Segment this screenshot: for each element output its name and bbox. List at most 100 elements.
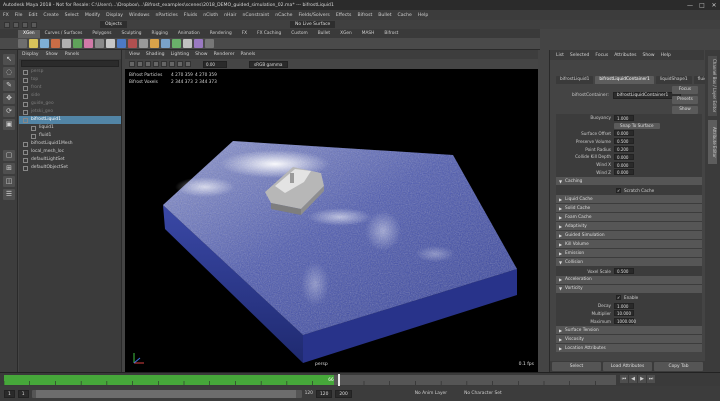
shelf-tab-custom[interactable]: Custom	[286, 30, 312, 38]
ae-menu-focus[interactable]: Focus	[595, 53, 608, 58]
attr-field-preserve-volume[interactable]: 0.500	[614, 138, 634, 145]
ae-tab[interactable]: bifrostLiquid1	[556, 76, 594, 84]
textured-icon[interactable]	[153, 61, 159, 67]
shelf-tab-xgen[interactable]: XGen	[18, 30, 40, 38]
shelf-tab-bifrost[interactable]: Bifrost	[379, 30, 403, 38]
shelf-tool-icon[interactable]	[84, 39, 93, 48]
current-time-marker[interactable]	[338, 374, 341, 386]
lasso-tool-icon[interactable]: ◌	[3, 67, 15, 78]
presets-button[interactable]: Presets	[672, 96, 698, 104]
shelf-tool-icon[interactable]	[95, 39, 104, 48]
checkbox-enable[interactable]: ✓	[616, 295, 621, 301]
menu-cache[interactable]: Cache	[398, 13, 412, 18]
anim-layer-dropdown[interactable]: No Anim Layer	[415, 391, 447, 396]
shelf-tab-animation[interactable]: Animation	[173, 30, 205, 38]
viewport-menu-lighting[interactable]: Lighting	[171, 52, 190, 57]
section-emission[interactable]: ▶ Emission	[556, 249, 702, 258]
viewport-menu-show[interactable]: Show	[195, 52, 207, 57]
section-liquid-cache[interactable]: ▶ Liquid Cache	[556, 195, 702, 204]
go-to-end-icon[interactable]: ⏭	[647, 375, 655, 383]
section-caching[interactable]: ▼ Caching	[556, 177, 702, 186]
checkbox-scratch-cache[interactable]: ✓	[616, 187, 621, 193]
menu-create[interactable]: Create	[43, 13, 58, 18]
wireframe-icon[interactable]	[137, 61, 143, 67]
ae-menu-show[interactable]: Show	[642, 53, 654, 58]
shelf-tool-icon[interactable]	[150, 39, 159, 48]
outliner-item[interactable]: bifrostLiquid1	[19, 116, 121, 124]
load-attributes-button[interactable]: Load Attributes	[603, 362, 652, 371]
attr-field-surface-offset[interactable]: 0.000	[614, 130, 634, 137]
section-foam-cache[interactable]: ▶ Foam Cache	[556, 213, 702, 222]
attr-field-decay[interactable]: 1.000	[614, 302, 634, 309]
menu-nhair[interactable]: nHair	[224, 13, 236, 18]
outliner-item[interactable]: top	[19, 76, 121, 84]
playback-start-field[interactable]: 1	[17, 389, 29, 398]
copy-tab-button[interactable]: Copy Tab	[654, 362, 703, 371]
grid-icon[interactable]	[177, 61, 183, 67]
anim-end-field[interactable]: 200	[335, 389, 352, 398]
attr-field-multiplier[interactable]: 10.000	[614, 310, 634, 317]
shelf-tool-icon[interactable]	[117, 39, 126, 48]
focus-button[interactable]: Focus	[672, 86, 698, 94]
status-swatch-icon[interactable]	[4, 21, 10, 28]
playback-end-field[interactable]: 120	[315, 389, 333, 398]
3d-viewport[interactable]: Bifrost Particles 4 270 359 4 270 359 Bifro…	[125, 69, 538, 372]
attr-field-wind-z[interactable]: 0.000	[614, 169, 634, 176]
shelf-tool-icon[interactable]	[205, 39, 214, 48]
outliner-item[interactable]: persp	[19, 68, 121, 76]
shelf-tool-icon[interactable]	[128, 39, 137, 48]
shelf-tool-icon[interactable]	[29, 39, 38, 48]
maximize-icon[interactable]: □	[696, 2, 708, 9]
menu-fx[interactable]: FX	[3, 13, 9, 18]
selection-mode-dropdown[interactable]: Objects	[100, 21, 128, 28]
menu-nparticles[interactable]: nParticles	[156, 13, 178, 18]
layout-two-icon[interactable]: ◫	[3, 176, 15, 187]
viewport-menu-panels[interactable]: Panels	[241, 52, 256, 57]
outliner-item[interactable]: defaultObjectSet	[19, 164, 121, 172]
outliner-item[interactable]: jetski_geo	[19, 108, 121, 116]
outliner-search-input[interactable]	[21, 60, 119, 67]
isolate-icon[interactable]	[185, 61, 191, 67]
menu-nconstraint[interactable]: nConstraint	[243, 13, 270, 18]
shelf-tool-icon[interactable]	[139, 39, 148, 48]
camera-icon[interactable]	[129, 61, 135, 67]
section-kill-volume[interactable]: ▶ Kill Volume	[556, 240, 702, 249]
menu-windows[interactable]: Windows	[129, 13, 150, 18]
layout-single-icon[interactable]: ▢	[3, 150, 15, 161]
outliner-menu-show[interactable]: Show	[46, 52, 58, 57]
outliner-menu-display[interactable]: Display	[22, 52, 39, 57]
ae-menu-help[interactable]: Help	[661, 53, 671, 58]
viewport-menu-shading[interactable]: Shading	[146, 52, 165, 57]
attr-field-wind-x[interactable]: 0.000	[614, 161, 634, 168]
status-swatch-icon[interactable]	[22, 21, 28, 28]
shelf-tool-icon[interactable]	[62, 39, 71, 48]
viewport-menu-renderer[interactable]: Renderer	[214, 52, 235, 57]
ae-tab[interactable]: bifrostLiquidContainer1	[595, 76, 654, 84]
start-frame-field[interactable]: 1	[4, 389, 15, 398]
channel-box-tab[interactable]: Channel Box / Layer Editor	[708, 56, 717, 116]
layout-outliner-icon[interactable]: ☰	[3, 189, 15, 200]
play-back-icon[interactable]: ◀	[629, 375, 637, 383]
scale-tool-icon[interactable]: ▣	[3, 119, 15, 130]
outliner-item[interactable]: side	[19, 92, 121, 100]
ae-menu-list[interactable]: List	[556, 53, 564, 58]
shelf-tool-icon[interactable]	[40, 39, 49, 48]
attr-field-point-radius[interactable]: 0.200	[614, 146, 634, 153]
ae-tab[interactable]: liquidShape1	[655, 76, 692, 84]
attr-field-voxel-scale[interactable]: 0.500	[614, 268, 634, 275]
shelf-tab-curves-surfaces[interactable]: Curves / Surfaces	[40, 30, 88, 38]
time-slider[interactable]: 66 ⏮ ◀ ▶ ⏭	[0, 372, 720, 386]
menu-modify[interactable]: Modify	[85, 13, 100, 18]
shelf-tool-icon[interactable]	[161, 39, 170, 48]
shelf-tab-rendering[interactable]: Rendering	[205, 30, 237, 38]
rotate-tool-icon[interactable]: ⟳	[3, 106, 15, 117]
shelf-tab-fx[interactable]: FX	[237, 30, 252, 38]
menu-help[interactable]: Help	[418, 13, 428, 18]
outliner-item[interactable]: guide_geo	[19, 100, 121, 108]
select-button[interactable]: Select	[552, 362, 601, 371]
play-forward-icon[interactable]: ▶	[638, 375, 646, 383]
close-icon[interactable]: ✕	[708, 2, 720, 9]
ae-menu-attributes[interactable]: Attributes	[614, 53, 636, 58]
move-tool-icon[interactable]: ✥	[3, 93, 15, 104]
menu-display[interactable]: Display	[106, 13, 123, 18]
